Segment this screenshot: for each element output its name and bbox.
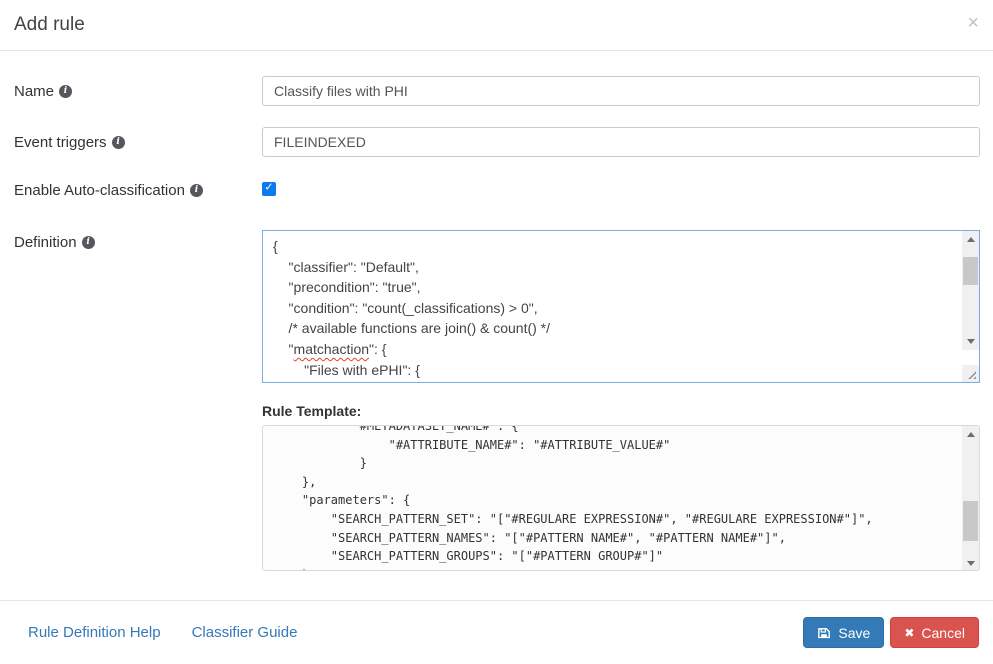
definition-scrollbar[interactable] (962, 231, 979, 350)
event-triggers-row: Event triggers i (14, 127, 980, 157)
auto-classification-row: Enable Auto-classification i ✓ (14, 178, 980, 199)
footer-link-rule-definition-help[interactable]: Rule Definition Help (28, 624, 161, 641)
scroll-up-icon[interactable] (962, 231, 979, 248)
name-label-wrap: Name i (14, 76, 262, 100)
auto-classification-label-wrap: Enable Auto-classification i (14, 178, 262, 199)
event-triggers-input[interactable] (262, 127, 980, 157)
rule-template-content: #METADATASET_NAME# : { "#ATTRIBUTE_NAME#… (273, 426, 951, 570)
rule-template-scrollbar[interactable] (962, 426, 979, 571)
definition-label-wrap: Definition i (14, 230, 262, 251)
save-icon (817, 626, 831, 640)
footer-link-classifier-guide[interactable]: Classifier Guide (192, 624, 298, 641)
info-icon: i (59, 85, 72, 98)
modal-header: Add rule × (0, 0, 993, 51)
name-input[interactable] (262, 76, 980, 106)
cancel-x-icon: ✖ (904, 626, 914, 640)
scroll-down-icon[interactable] (962, 333, 979, 350)
info-icon: i (190, 184, 203, 197)
rule-template-box[interactable]: #METADATASET_NAME# : { "#ATTRIBUTE_NAME#… (262, 425, 980, 571)
save-button-label: Save (838, 625, 870, 641)
rule-template-label: Rule Template: (262, 403, 980, 419)
scroll-down-icon[interactable] (962, 555, 979, 571)
definition-editor-content[interactable]: { "classifier": "Default", "precondition… (263, 231, 961, 382)
auto-classification-label: Enable Auto-classification (14, 182, 185, 199)
definition-scrollbar-thumb[interactable] (963, 257, 978, 285)
definition-row: Definition i { "classifier": "Default", … (14, 230, 980, 571)
modal-body: Name i Event triggers i Enable Auto-clas… (0, 51, 993, 571)
name-label: Name (14, 83, 54, 100)
definition-editor[interactable]: { "classifier": "Default", "precondition… (262, 230, 980, 383)
rule-template-scrollbar-thumb[interactable] (963, 501, 978, 541)
footer-links: Rule Definition Help Classifier Guide (28, 624, 297, 641)
event-triggers-label-wrap: Event triggers i (14, 127, 262, 151)
save-button[interactable]: Save (803, 617, 884, 648)
cancel-button[interactable]: ✖ Cancel (890, 617, 979, 648)
event-triggers-label: Event triggers (14, 134, 107, 151)
add-rule-modal: Add rule × Name i Event triggers i Enabl (0, 0, 993, 664)
definition-label: Definition (14, 234, 77, 251)
name-row: Name i (14, 76, 980, 106)
modal-footer: Rule Definition Help Classifier Guide Sav… (0, 600, 993, 664)
auto-classification-checkbox[interactable]: ✓ (262, 182, 276, 196)
info-icon: i (82, 236, 95, 249)
close-icon[interactable]: × (967, 13, 979, 33)
info-icon: i (112, 136, 125, 149)
modal-title: Add rule (14, 14, 978, 36)
checkmark-icon: ✓ (264, 183, 273, 194)
cancel-button-label: Cancel (921, 625, 965, 641)
resize-grip-icon[interactable] (962, 365, 979, 382)
scroll-up-icon[interactable] (962, 426, 979, 443)
